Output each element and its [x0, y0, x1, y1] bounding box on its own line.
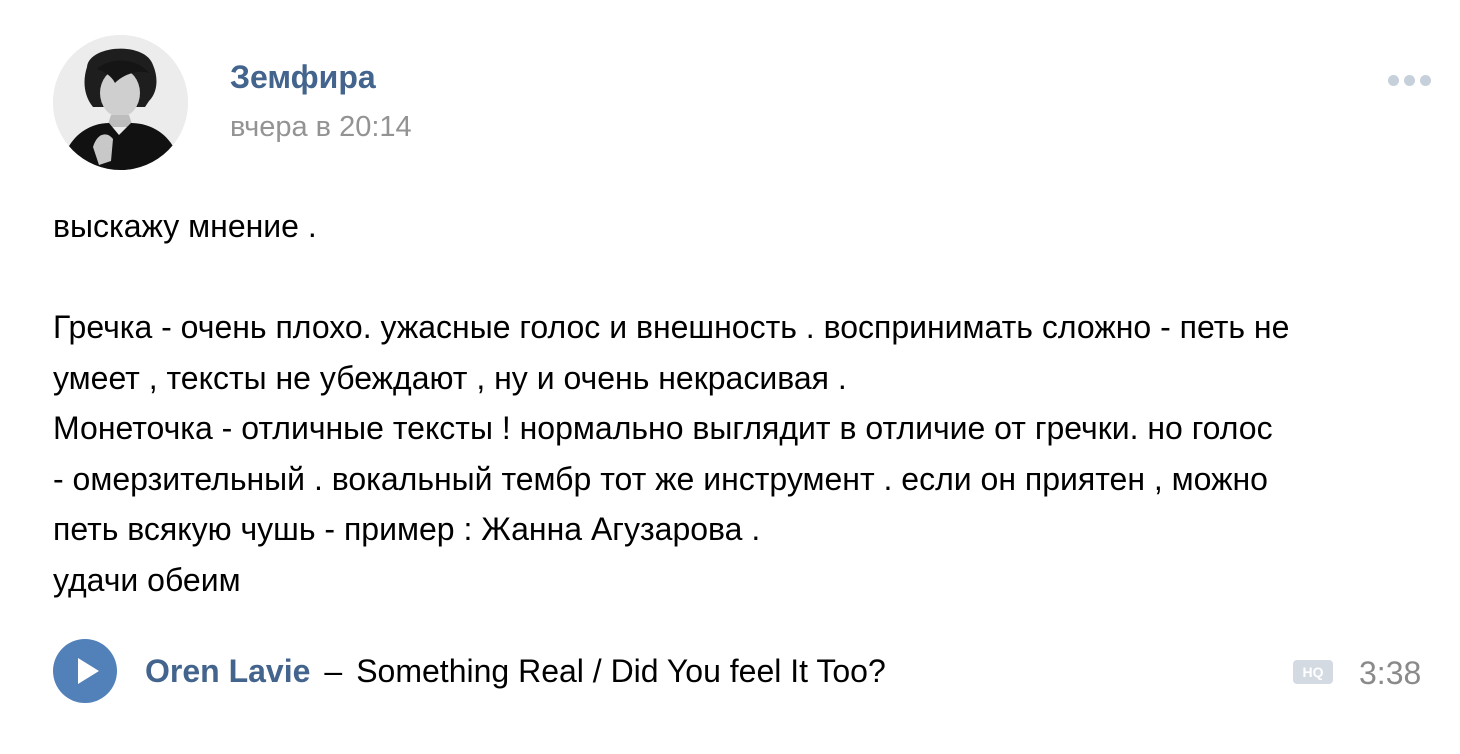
audio-track-title[interactable]: Something Real / Did You feel It Too?	[356, 653, 886, 689]
post-text-line: Монеточка - отличные тексты ! нормально …	[53, 410, 1273, 446]
post-text-line: Гречка - очень плохо. ужасные голос и вн…	[53, 309, 1290, 345]
audio-attachment[interactable]: Oren Lavie – Something Real / Did You feel…	[53, 637, 1433, 705]
audio-artist-link[interactable]: Oren Lavie	[145, 653, 310, 689]
post-timestamp[interactable]: вчера в 20:14	[230, 108, 412, 146]
more-dots-icon[interactable]	[1378, 66, 1440, 94]
dot	[1387, 74, 1399, 86]
play-icon	[78, 658, 99, 684]
hq-badge: HQ	[1293, 660, 1333, 684]
post-text-line	[53, 252, 1443, 303]
audio-duration: 3:38	[1359, 655, 1422, 691]
audio-title: Oren Lavie – Something Real / Did You feel…	[145, 651, 886, 691]
post-text: выскажу мнение . Гречка - очень плохо. у…	[53, 201, 1443, 605]
audio-separator: –	[324, 653, 343, 689]
play-button[interactable]	[53, 639, 117, 703]
post-text-line: удачи обеим	[53, 561, 241, 598]
person-photo-avatar	[53, 35, 188, 170]
dot	[1403, 74, 1415, 86]
post-text-line: умеет , тексты не убеждают , ну и очень …	[53, 359, 847, 396]
post-text-line: - омерзительный . вокальный тембр тот же…	[53, 460, 1268, 497]
avatar[interactable]	[53, 35, 188, 170]
post-text-line: выскажу мнение .	[53, 208, 317, 244]
post-text-line: петь всякую чушь - пример : Жанна Агузар…	[53, 511, 761, 547]
post-author-name[interactable]: Земфира	[230, 57, 376, 97]
dot	[1419, 74, 1431, 86]
